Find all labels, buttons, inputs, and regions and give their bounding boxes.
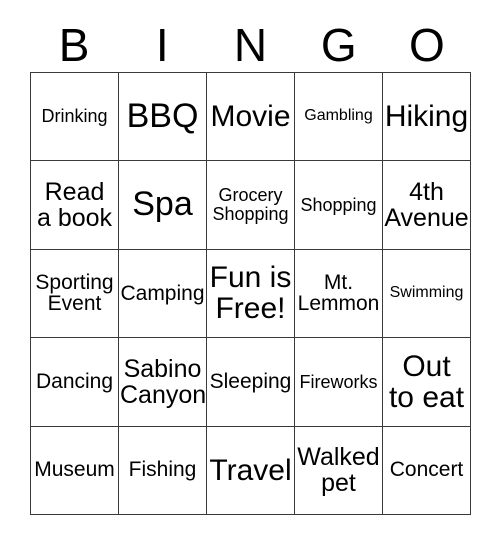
bingo-cell-r3-c2[interactable]: Camping	[119, 249, 207, 339]
bingo-cell-r5-c3[interactable]: Travel	[207, 426, 295, 515]
bingo-cell-label: Out to eat	[388, 349, 465, 414]
bingo-cell-r5-c5[interactable]: Concert	[383, 426, 471, 515]
bingo-cell-r5-c4[interactable]: Walked pet	[295, 426, 383, 515]
bingo-cell-label: Drinking	[41, 106, 108, 127]
bingo-cell-label: Sabino Canyon	[120, 354, 207, 409]
bingo-cell-label: Fireworks	[299, 371, 378, 392]
bingo-cell-label: Museum	[34, 458, 115, 482]
bingo-cell-label: Concert	[389, 458, 464, 482]
bingo-cell-r1-c3[interactable]: Movie	[207, 73, 295, 162]
bingo-cell-label: Mt. Lemmon	[297, 270, 380, 316]
bingo-header-letter-n: N	[233, 19, 268, 71]
bingo-cell-r1-c1[interactable]: Drinking	[31, 73, 119, 162]
bingo-cell-r4-c2[interactable]: Sabino Canyon	[119, 338, 207, 427]
bingo-cell-label: Camping	[120, 281, 205, 305]
bingo-cell-r2-c1[interactable]: Read a book	[31, 161, 119, 250]
bingo-header-row: B I NGO	[30, 18, 471, 72]
bingo-cell-label: Gambling	[304, 107, 373, 125]
bingo-cell-r1-c2[interactable]: BBQ	[119, 73, 207, 162]
bingo-cell-label: Read a book	[36, 178, 113, 233]
bingo-cell-r4-c3[interactable]: Sleeping	[207, 338, 295, 427]
bingo-cell-r5-c1[interactable]: Museum	[31, 426, 119, 515]
bingo-cell-r3-c1[interactable]: Sporting Event	[31, 249, 119, 339]
bingo-cell-r1-c5[interactable]: Hiking	[383, 73, 471, 162]
bingo-cell-r4-c1[interactable]: Dancing	[31, 338, 119, 427]
bingo-grid: Drinking BBQ Movie Gambling Hiking Read a boo…	[30, 72, 471, 515]
bingo-cell-label: Fun is Free!	[209, 261, 292, 326]
bingo-card: B I NGO Drinking BBQ Movie Gambling Hiking Read…	[0, 0, 500, 544]
bingo-cell-r4-c5[interactable]: Out to eat	[383, 338, 471, 427]
bingo-cell-label: Travel	[209, 453, 292, 487]
bingo-cell-r3-c4[interactable]: Mt. Lemmon	[295, 249, 383, 339]
bingo-cell-label: Movie	[210, 100, 291, 134]
bingo-header-letter-b: B	[58, 19, 90, 71]
bingo-cell-r4-c4[interactable]: Fireworks	[295, 338, 383, 427]
bingo-cell-r3-c5[interactable]: Swimming	[383, 249, 471, 339]
bingo-cell-label: Sporting Event	[35, 270, 114, 316]
bingo-cell-label: Walked pet	[297, 443, 380, 498]
bingo-cell-label: Hiking	[384, 100, 469, 134]
bingo-cell-r2-c4[interactable]: Shopping	[295, 161, 383, 250]
bingo-cell-r2-c5[interactable]: 4th Avenue	[383, 161, 471, 250]
bingo-cell-label: 4th Avenue	[384, 178, 469, 233]
bingo-cell-r3-c3[interactable]: Fun is Free!	[207, 249, 295, 339]
bingo-cell-label: Spa	[132, 185, 193, 224]
bingo-cell-label: Dancing	[35, 369, 114, 393]
bingo-header-letter-i: I	[155, 19, 169, 71]
bingo-cell-r2-c2[interactable]: Spa	[119, 161, 207, 250]
bingo-cell-r5-c2[interactable]: Fishing	[119, 426, 207, 515]
bingo-cell-label: Swimming	[389, 284, 464, 302]
bingo-cell-label: BBQ	[126, 97, 199, 136]
bingo-cell-r1-c4[interactable]: Gambling	[295, 73, 383, 162]
bingo-cell-label: Fishing	[128, 458, 197, 482]
bingo-cell-r2-c3[interactable]: Grocery Shopping	[207, 161, 295, 250]
bingo-header-letter-o: O	[409, 19, 445, 71]
bingo-cell-label: Sleeping	[209, 369, 292, 393]
bingo-cell-label: Shopping	[300, 194, 377, 215]
bingo-header-letter-g: G	[320, 19, 357, 71]
bingo-cell-label: Grocery Shopping	[212, 185, 289, 225]
